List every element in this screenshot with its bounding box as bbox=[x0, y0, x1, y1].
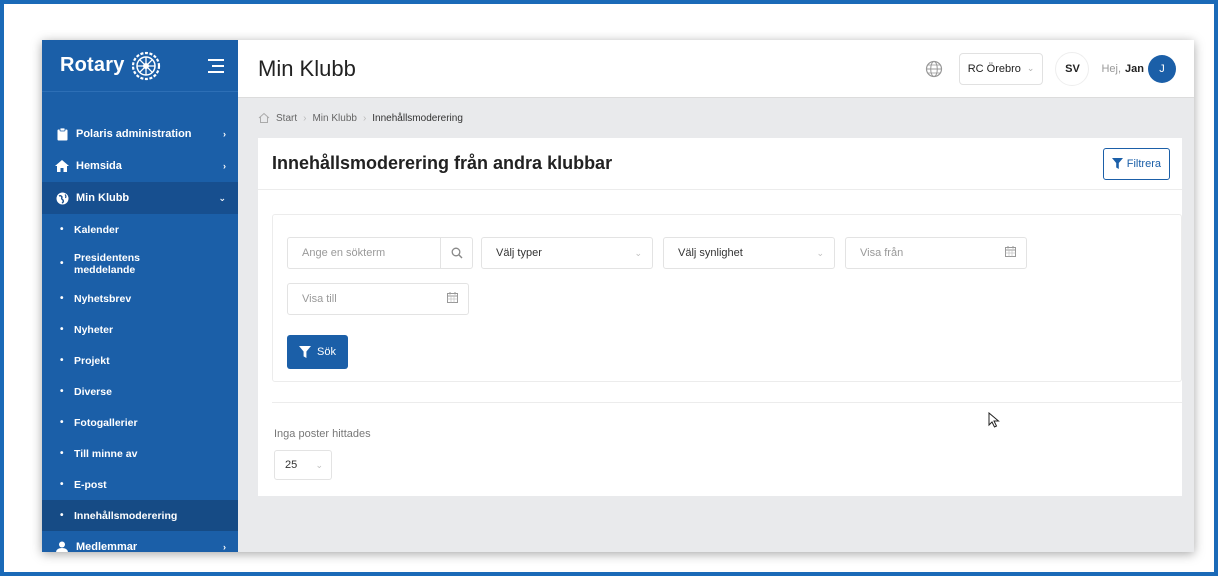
sidebar-item-label: Polaris administration bbox=[76, 128, 192, 140]
mouse-cursor-icon bbox=[988, 412, 1000, 428]
filter-toggle-button[interactable]: Filtrera bbox=[1102, 147, 1170, 180]
sidebar-submenu: • Kalender • Presidentens meddelande • Nyhe… bbox=[42, 214, 238, 531]
date-to-input[interactable]: Visa till bbox=[287, 283, 469, 315]
sidebar-item-hemsida[interactable]: Hemsida › bbox=[42, 150, 238, 182]
section-title: Innehållsmoderering från andra klubbar bbox=[272, 153, 613, 173]
clipboard-icon bbox=[54, 127, 70, 141]
funnel-icon bbox=[299, 346, 311, 358]
sidebar-item-label: Min Klubb bbox=[76, 192, 130, 204]
chevron-right-icon: › bbox=[223, 129, 226, 139]
menu-toggle-icon[interactable] bbox=[206, 58, 224, 73]
filter-panel: Ange en sökterm Välj typer ⌄ Välj synlig… bbox=[272, 214, 1182, 382]
funnel-icon bbox=[1111, 158, 1123, 169]
breadcrumb-start[interactable]: Start bbox=[276, 113, 297, 124]
search-button[interactable]: Sök bbox=[287, 335, 348, 369]
breadcrumb-min-klubb[interactable]: Min Klubb bbox=[312, 113, 356, 124]
sidebar-subitem-kalender[interactable]: • Kalender bbox=[42, 214, 238, 245]
home-outline-icon[interactable] bbox=[258, 112, 270, 124]
user-name: Jan bbox=[1125, 62, 1144, 75]
breadcrumb-separator-icon: › bbox=[303, 112, 307, 124]
filter-button-label: Filtrera bbox=[1126, 157, 1161, 170]
search-button-label: Sök bbox=[317, 346, 336, 358]
search-input[interactable]: Ange en sökterm bbox=[287, 237, 473, 269]
page-size-select[interactable]: 25 ⌄ bbox=[274, 450, 332, 480]
home-icon bbox=[54, 159, 70, 173]
type-select[interactable]: Välj typer ⌄ bbox=[481, 237, 653, 269]
sidebar-subitem-projekt[interactable]: • Projekt bbox=[42, 345, 238, 376]
avatar[interactable]: J bbox=[1148, 54, 1176, 83]
sidebar-subitem-presidentens-meddelande[interactable]: • Presidentens meddelande bbox=[42, 245, 238, 283]
breadcrumb: Start › Min Klubb › Innehållsmoderering bbox=[238, 98, 1194, 138]
chevron-down-icon: ⌄ bbox=[816, 247, 824, 258]
search-icon[interactable] bbox=[440, 238, 472, 268]
header-actions: RC Örebro ⌄ SV Hej, Jan J bbox=[925, 51, 1176, 86]
visibility-select[interactable]: Välj synlighet ⌄ bbox=[663, 237, 835, 269]
chevron-right-icon: › bbox=[223, 161, 226, 171]
chevron-down-icon: ⌄ bbox=[218, 192, 226, 203]
page-size-value: 25 bbox=[285, 459, 298, 471]
screenshot-frame: Rotary Polaris administration › Hemsida … bbox=[0, 0, 1218, 576]
calendar-icon[interactable] bbox=[447, 292, 458, 306]
chevron-down-icon: ⌄ bbox=[634, 247, 642, 258]
sidebar-subitem-innehallsmoderering[interactable]: • Innehållsmoderering bbox=[42, 500, 238, 531]
breadcrumb-separator-icon: › bbox=[362, 112, 367, 124]
sidebar-item-label: Hemsida bbox=[76, 160, 122, 172]
app-window: Rotary Polaris administration › Hemsida … bbox=[42, 40, 1194, 552]
brand-name: Rotary bbox=[60, 54, 125, 76]
sidebar-item-label: Medlemmar bbox=[76, 541, 138, 552]
chevron-down-icon: ⌄ bbox=[315, 459, 323, 470]
brand-bar: Rotary bbox=[42, 40, 238, 92]
chevron-right-icon: › bbox=[223, 542, 226, 552]
sidebar: Rotary Polaris administration › Hemsida … bbox=[42, 40, 238, 552]
globe-icon bbox=[54, 191, 70, 205]
date-from-input[interactable]: Visa från bbox=[845, 237, 1027, 269]
greeting-text: Hej, bbox=[1101, 62, 1122, 75]
sidebar-nav: Polaris administration › Hemsida › Min K… bbox=[42, 92, 238, 552]
card-header: Innehållsmoderering från andra klubbar F… bbox=[258, 138, 1182, 190]
club-selector-value: RC Örebro bbox=[967, 62, 1021, 75]
top-header: Min Klubb RC Örebro ⌄ SV Hej, Jan J bbox=[238, 40, 1194, 98]
sidebar-subitem-nyhetsbrev[interactable]: • Nyhetsbrev bbox=[42, 283, 238, 314]
empty-results-message: Inga poster hittades bbox=[274, 428, 371, 440]
user-icon bbox=[54, 540, 70, 552]
breadcrumb-current: Innehållsmoderering bbox=[372, 112, 463, 124]
sidebar-subitem-till-minne-av[interactable]: • Till minne av bbox=[42, 438, 238, 469]
calendar-icon[interactable] bbox=[1005, 246, 1016, 260]
content-card: Innehållsmoderering från andra klubbar F… bbox=[258, 138, 1182, 496]
rotary-wheel-icon bbox=[131, 51, 160, 80]
page-title: Min Klubb bbox=[258, 55, 356, 81]
sidebar-item-polaris[interactable]: Polaris administration › bbox=[42, 118, 238, 150]
club-selector[interactable]: RC Örebro ⌄ bbox=[958, 52, 1044, 85]
sidebar-subitem-nyheter[interactable]: • Nyheter bbox=[42, 314, 238, 345]
sidebar-subitem-diverse[interactable]: • Diverse bbox=[42, 376, 238, 407]
language-globe-icon[interactable] bbox=[925, 60, 943, 78]
sidebar-item-min-klubb[interactable]: Min Klubb ⌄ bbox=[42, 182, 238, 214]
sidebar-item-medlemmar[interactable]: Medlemmar › bbox=[42, 531, 238, 552]
sidebar-subitem-e-post[interactable]: • E-post bbox=[42, 469, 238, 500]
divider bbox=[272, 402, 1182, 403]
chevron-down-icon: ⌄ bbox=[1026, 63, 1035, 73]
language-button[interactable]: SV bbox=[1055, 51, 1090, 86]
sidebar-subitem-fotogallerier[interactable]: • Fotogallerier bbox=[42, 407, 238, 438]
